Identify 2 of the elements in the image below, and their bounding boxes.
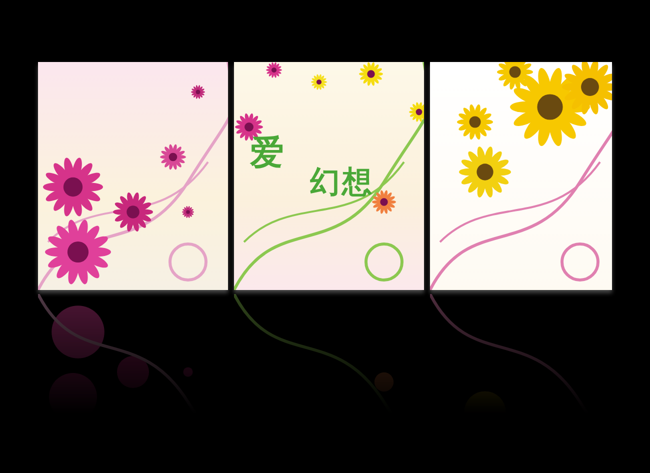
artwork-title: 幻想 (310, 168, 374, 198)
artwork-title: 爱 (250, 136, 284, 170)
